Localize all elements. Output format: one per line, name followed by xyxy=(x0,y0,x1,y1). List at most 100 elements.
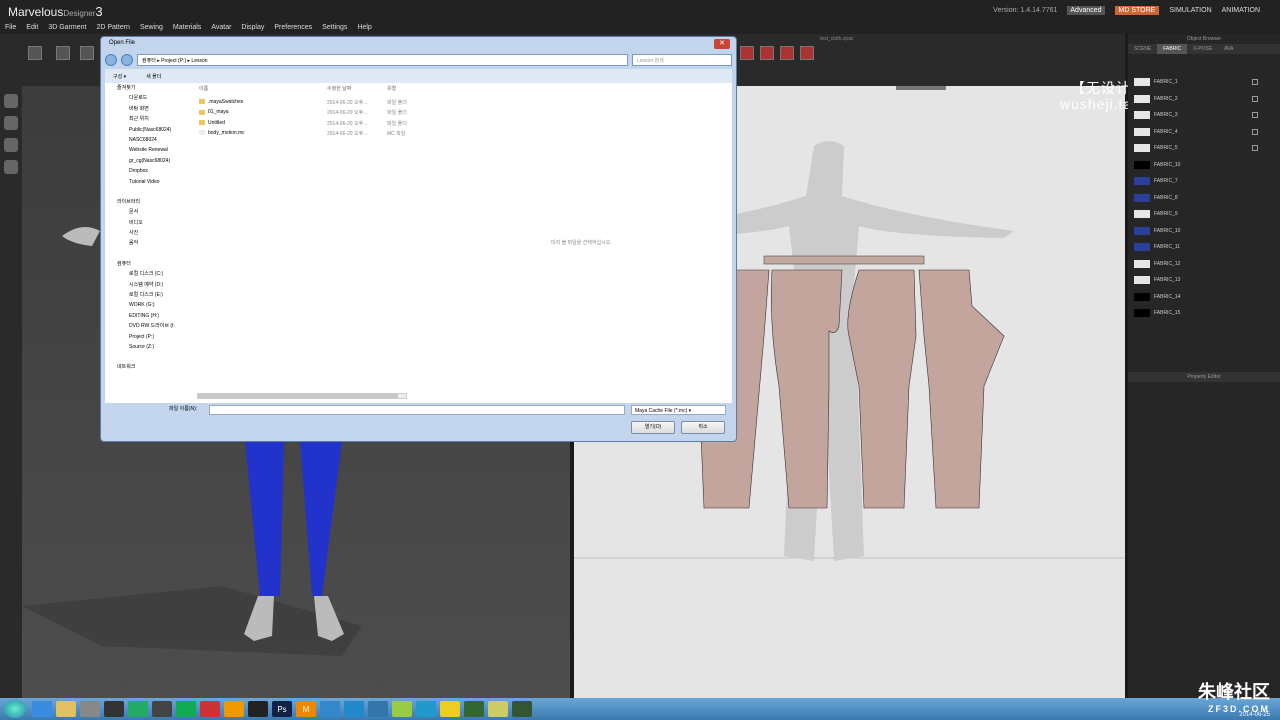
fabric-item[interactable]: FABRIC_13 xyxy=(1128,272,1280,289)
nav-item[interactable]: WORK (G:) xyxy=(105,300,189,310)
app-icon-2[interactable] xyxy=(128,701,148,717)
column-type[interactable]: 유형 xyxy=(387,85,396,92)
notes-icon[interactable] xyxy=(488,701,508,717)
menu-help[interactable]: Help xyxy=(352,22,376,34)
circle-tool-icon[interactable] xyxy=(780,46,794,60)
filetype-select[interactable]: Maya Cache File (*.mc) ▾ xyxy=(631,405,726,415)
tab-ava[interactable]: AVA xyxy=(1218,44,1239,54)
dialog-close-button[interactable]: ✕ xyxy=(714,39,730,49)
organize-button[interactable]: 구성 ▾ xyxy=(113,73,126,80)
menu-3d-garment[interactable]: 3D Garment xyxy=(43,22,91,34)
photoshop-icon[interactable]: Ps xyxy=(272,701,292,717)
menu-display[interactable]: Display xyxy=(236,22,269,34)
nav-item[interactable]: 사진 xyxy=(105,228,189,238)
ie-icon[interactable] xyxy=(344,701,364,717)
md-store-button[interactable]: MD STORE xyxy=(1114,6,1160,15)
fabric-item[interactable]: FABRIC_8 xyxy=(1128,190,1280,207)
head-tool-icon[interactable] xyxy=(4,160,18,174)
back-icon[interactable] xyxy=(105,54,117,66)
column-name[interactable]: 이름 xyxy=(199,85,208,92)
sewing-tool-icon[interactable] xyxy=(800,46,814,60)
fabric-item[interactable]: FABRIC_9 xyxy=(1128,206,1280,223)
menu-2d-pattern[interactable]: 2D Pattern xyxy=(91,22,134,34)
app-icon-1[interactable] xyxy=(104,701,124,717)
nav-item[interactable]: Website Renewal xyxy=(105,145,189,155)
move-tool-icon[interactable] xyxy=(56,46,70,60)
file-row[interactable]: body_motion.mc 2014-06-20 오후... MC 파일 xyxy=(197,130,732,140)
zbrush-icon[interactable] xyxy=(248,701,268,717)
fabric-item[interactable]: FABRIC_11 xyxy=(1128,239,1280,256)
fabric-item[interactable]: FABRIC_7 xyxy=(1128,173,1280,190)
tab-x-pose[interactable]: X-POSE xyxy=(1187,44,1218,54)
pattern-tool-icon[interactable] xyxy=(740,46,754,60)
nav-item[interactable]: Source (Z:) xyxy=(105,342,189,352)
fabric-checkbox[interactable] xyxy=(1252,128,1258,135)
nav-item[interactable]: Tutorial Video xyxy=(105,177,189,187)
fabric-item[interactable]: FABRIC_15 xyxy=(1128,305,1280,322)
skype-icon[interactable] xyxy=(416,701,436,717)
nav-item[interactable]: 비디오 xyxy=(105,218,189,228)
app-icon-9[interactable] xyxy=(392,701,412,717)
animation-mode-button[interactable]: ANIMATION xyxy=(1222,7,1260,14)
garment-tool-icon[interactable] xyxy=(4,116,18,130)
menu-avatar[interactable]: Avatar xyxy=(206,22,236,34)
app-icon-7[interactable] xyxy=(320,701,340,717)
nav-item[interactable]: 최근 위치 xyxy=(105,114,189,124)
file-row[interactable]: 01_maya 2014-06-20 오후... 파일 폴더 xyxy=(197,109,732,119)
menu-file[interactable]: File xyxy=(0,22,21,34)
tab-scene[interactable]: SCENE xyxy=(1128,44,1157,54)
app-icon-11[interactable] xyxy=(512,701,532,717)
menu-edit[interactable]: Edit xyxy=(21,22,43,34)
fabric-item[interactable]: FABRIC_10 xyxy=(1128,157,1280,174)
app-icon-8[interactable] xyxy=(368,701,388,717)
chat-icon[interactable] xyxy=(440,701,460,717)
nav-item[interactable]: Project (P:) xyxy=(105,332,189,342)
nav-section[interactable]: 컴퓨터 xyxy=(105,259,189,269)
fabric-item[interactable]: FABRIC_12 xyxy=(1128,256,1280,273)
filename-input[interactable] xyxy=(209,405,625,415)
fabric-item[interactable]: FABRIC_5 xyxy=(1128,140,1280,157)
search-input[interactable]: Lesson 검색 xyxy=(632,54,732,66)
rotate-tool-icon[interactable] xyxy=(80,46,94,60)
nav-item[interactable]: 로컬 디스크 (E:) xyxy=(105,290,189,300)
fabric-checkbox[interactable] xyxy=(1252,95,1258,102)
app-icon-4[interactable] xyxy=(176,701,196,717)
fabric-tool-icon[interactable] xyxy=(4,138,18,152)
fabric-item[interactable]: FABRIC_14 xyxy=(1128,289,1280,306)
app-icon-3[interactable] xyxy=(152,701,172,717)
nav-section[interactable]: 즐겨찾기 xyxy=(105,83,189,93)
nav-item[interactable]: 로컬 디스크 (C:) xyxy=(105,269,189,279)
open-button[interactable]: 열기(O) xyxy=(631,421,675,434)
start-button[interactable] xyxy=(4,700,26,718)
fabric-checkbox[interactable] xyxy=(1252,112,1258,119)
cancel-button[interactable]: 취소 xyxy=(681,421,725,434)
new-folder-button[interactable]: 새 폴더 xyxy=(146,73,161,80)
tab-fabric[interactable]: FABRIC xyxy=(1157,44,1188,54)
simulation-mode-button[interactable]: SIMULATION xyxy=(1169,7,1211,14)
menu-preferences[interactable]: Preferences xyxy=(269,22,317,34)
explorer-icon[interactable] xyxy=(56,701,76,717)
fabric-item[interactable]: FABRIC_10 xyxy=(1128,223,1280,240)
app-icon-5[interactable] xyxy=(200,701,220,717)
nav-item[interactable]: NASC68024 xyxy=(105,135,189,145)
file-row[interactable]: Untitled 2014-06-20 오후... 파일 폴더 xyxy=(197,120,732,130)
app-icon-6[interactable] xyxy=(224,701,244,717)
rectangle-tool-icon[interactable] xyxy=(760,46,774,60)
media-player-icon[interactable] xyxy=(80,701,100,717)
nav-item[interactable]: Dropbox xyxy=(105,166,189,176)
nav-section[interactable]: 네트워크 xyxy=(105,362,189,372)
nav-item[interactable]: 문서 xyxy=(105,207,189,217)
fabric-item[interactable]: FABRIC_4 xyxy=(1128,124,1280,141)
menu-sewing[interactable]: Sewing xyxy=(135,22,168,34)
select-tool-icon[interactable] xyxy=(28,46,42,60)
nav-item[interactable]: EDITING (H:) xyxy=(105,311,189,321)
nav-section[interactable]: 라이브러리 xyxy=(105,197,189,207)
nav-item[interactable]: gr_cg(Nasc68024) xyxy=(105,156,189,166)
avatar-tool-icon[interactable] xyxy=(4,94,18,108)
fabric-checkbox[interactable] xyxy=(1252,145,1258,152)
path-breadcrumb[interactable]: 컴퓨터 ▸ Project (P:) ▸ Lesson xyxy=(137,54,628,66)
nav-item[interactable]: DVD RW 드라이브 (I: xyxy=(105,321,189,331)
column-modified[interactable]: 수정한 날짜 xyxy=(327,85,351,92)
fabric-item[interactable]: FABRIC_2 xyxy=(1128,91,1280,108)
nav-item[interactable]: 바탕 화면 xyxy=(105,104,189,114)
